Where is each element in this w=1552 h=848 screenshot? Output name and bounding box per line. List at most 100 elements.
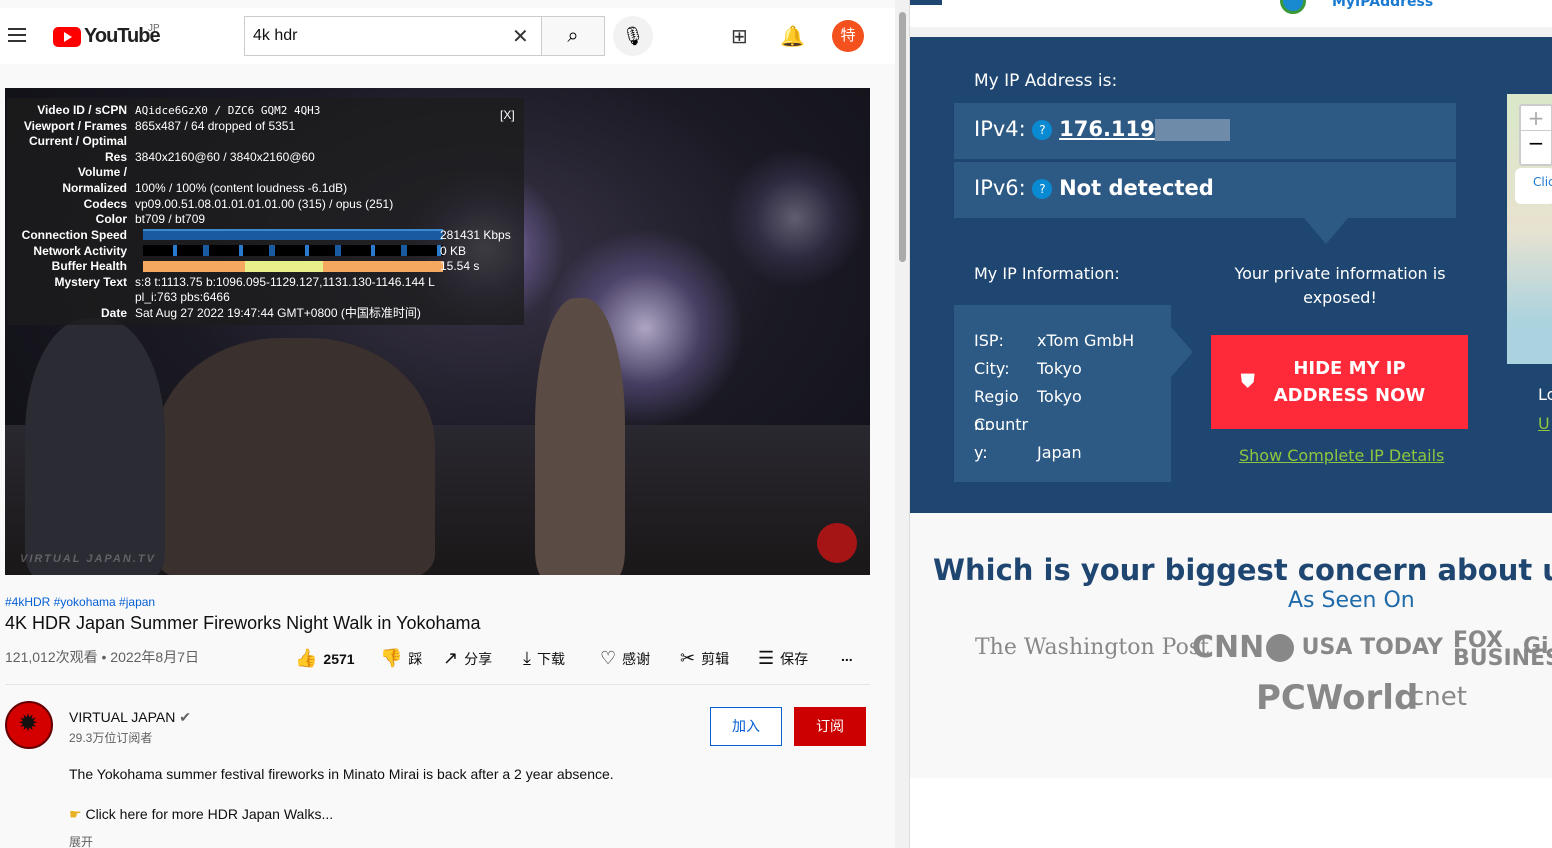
save-button[interactable]: ☰ 保存: [758, 648, 808, 669]
stats-row: Current / Optimal: [7, 134, 135, 149]
clip-button[interactable]: ✂ 剪辑: [680, 648, 729, 669]
scissors-icon: ✂: [680, 648, 696, 668]
verified-icon: ✔: [179, 709, 191, 725]
help-icon[interactable]: ?: [1032, 120, 1053, 140]
stats-label: Date: [100, 306, 127, 320]
stats-row: Color bt709 / bt709: [7, 212, 205, 227]
download-icon: ⤓: [523, 648, 531, 668]
playlist-add-icon: ☰: [758, 648, 775, 668]
description-link[interactable]: ☛ Click here for more HDR Japan Walks...: [69, 806, 333, 823]
myipaddress-pane: MyIPAddress My IP Address is: IPv4: ? 17…: [910, 0, 1552, 848]
logo-fox-business: FOX BUSINESS: [1453, 628, 1552, 671]
stats-row: pl_i:763 pbs:6466: [7, 290, 230, 305]
zoom-out-button[interactable]: −: [1521, 131, 1551, 155]
mic-icon[interactable]: 🎙: [613, 16, 653, 56]
side-link[interactable]: U: [1538, 414, 1550, 433]
scrollbar[interactable]: [895, 0, 910, 848]
scrollbar-thumb[interactable]: [899, 12, 906, 262]
hashtags[interactable]: #4kHDR #yokohama #japan: [5, 595, 155, 609]
subscribe-button[interactable]: 订阅: [794, 707, 866, 746]
shield-icon: ⛊: [1241, 371, 1255, 392]
share-button[interactable]: ↗ 分享: [443, 648, 492, 669]
logo-washington-post: The Washington Post: [975, 635, 1209, 660]
stats-row: Mystery Text s:8 t:1113.75 b:1096.095-112…: [7, 275, 435, 290]
logo-usa-today: USA TODAY: [1301, 635, 1443, 660]
stats-label: Volume /: [77, 165, 127, 179]
like-count: 2571: [323, 650, 355, 667]
stats-label: Viewport / Frames: [23, 119, 127, 133]
download-button[interactable]: ⤓ 下载: [523, 648, 565, 669]
info-value: xTom GmbH: [1037, 331, 1135, 350]
stats-label: Codecs: [83, 197, 127, 211]
stats-value: 100% / 100% (content loudness -6.1dB): [135, 181, 348, 195]
dislike-label: 踩: [408, 650, 423, 667]
ipv6-row: IPv6: ? Not detected: [954, 162, 1456, 218]
join-button[interactable]: 加入: [710, 707, 782, 746]
info-value: Tokyo: [1037, 359, 1082, 378]
create-video-icon[interactable]: ⊞: [731, 24, 748, 49]
globe-logo-icon: [1280, 0, 1306, 14]
play-icon: [53, 26, 81, 47]
stats-label: Mystery Text: [54, 275, 127, 289]
show-details-link[interactable]: Show Complete IP Details: [1239, 446, 1444, 465]
search-input[interactable]: 4k hdr: [244, 16, 542, 56]
share-label: 分享: [464, 650, 493, 667]
thanks-button[interactable]: ♡ 感谢: [600, 648, 650, 669]
exposed-warning: Your private information is exposed!: [1234, 264, 1446, 307]
bell-icon[interactable]: 🔔: [780, 24, 805, 49]
info-key: City:: [974, 359, 1010, 378]
stats-label: Buffer Health: [51, 259, 127, 273]
site-logo[interactable]: MyIPAddress: [1332, 0, 1433, 10]
clear-icon[interactable]: ✕: [512, 24, 529, 49]
stats-label: [7, 290, 135, 305]
ipv6-value: Not detected: [1059, 176, 1214, 200]
dislike-button[interactable]: 👎 踩: [380, 648, 422, 669]
ipv4-row: IPv4: ? 176.119: [954, 103, 1456, 159]
divider: [5, 684, 870, 685]
like-button[interactable]: 👍 2571: [295, 648, 355, 669]
help-icon[interactable]: ?: [1032, 179, 1053, 199]
stats-row: Network Activity 0 KB: [7, 244, 466, 259]
clip-label: 剪辑: [701, 650, 730, 667]
zoom-in-button[interactable]: +: [1521, 106, 1551, 131]
info-value: Tokyo: [1037, 387, 1082, 406]
search-button[interactable]: ⌕: [541, 16, 605, 56]
stats-value: 15.54 s: [440, 259, 480, 273]
more-actions-button[interactable]: ...: [841, 648, 853, 664]
ipv4-value[interactable]: 176.119: [1059, 117, 1155, 141]
stats-label: Res: [104, 150, 127, 164]
thumbs-up-icon: 👍: [295, 648, 318, 668]
stats-row: Viewport / Frames 865x487 / 64 dropped of…: [7, 119, 295, 134]
stats-row: Normalized 100% / 100% (content loudness …: [7, 181, 347, 196]
hide-my-ip-button[interactable]: ⛊ HIDE MY IP ADDRESS NOW: [1211, 335, 1468, 429]
logo-pcworld: PCWorld: [1256, 678, 1419, 718]
expand-button[interactable]: 展开: [69, 833, 93, 848]
stats-value: bt709 / bt709: [135, 212, 206, 226]
logo-cnet: cnet: [1410, 682, 1467, 712]
video-title: 4K HDR Japan Summer Fireworks Night Walk…: [5, 613, 481, 633]
stats-label: Normalized: [62, 181, 127, 195]
heart-dollar-icon: ♡: [600, 648, 617, 668]
channel-avatar[interactable]: [5, 701, 53, 749]
stats-value: 0 KB: [440, 244, 467, 258]
avatar[interactable]: 特: [832, 20, 864, 52]
info-key: ISP:: [974, 331, 1004, 350]
thumbs-down-icon: 👎: [380, 648, 403, 668]
youtube-pane: YouTube JP 4k hdr ✕ ⌕ 🎙 ⊞ 🔔 特 VIRTUAL JAP…: [0, 0, 895, 848]
stats-value: 281431 Kbps: [440, 228, 511, 242]
video-watermark: VIRTUAL JAPAN.TV: [20, 553, 156, 565]
ipv4-label: IPv4:: [974, 117, 1026, 141]
side-label: Lo: [1538, 385, 1552, 404]
stats-close-button[interactable]: [X]: [500, 108, 515, 122]
stats-label: Connection Speed: [21, 228, 127, 242]
map-popup[interactable]: Clic: [1515, 168, 1552, 204]
youtube-logo[interactable]: YouTube JP: [53, 23, 161, 48]
menu-icon[interactable]: [910, 0, 942, 5]
usatoday-dot-icon: [1266, 634, 1294, 662]
youtube-header: YouTube JP 4k hdr ✕ ⌕ 🎙 ⊞ 🔔 特: [0, 8, 895, 64]
stats-value: pl_i:763 pbs:6466: [135, 290, 230, 304]
save-label: 保存: [780, 650, 809, 667]
channel-watermark-icon[interactable]: [817, 523, 857, 563]
channel-name[interactable]: VIRTUAL JAPAN ✔: [69, 709, 191, 726]
menu-icon[interactable]: [8, 28, 26, 46]
